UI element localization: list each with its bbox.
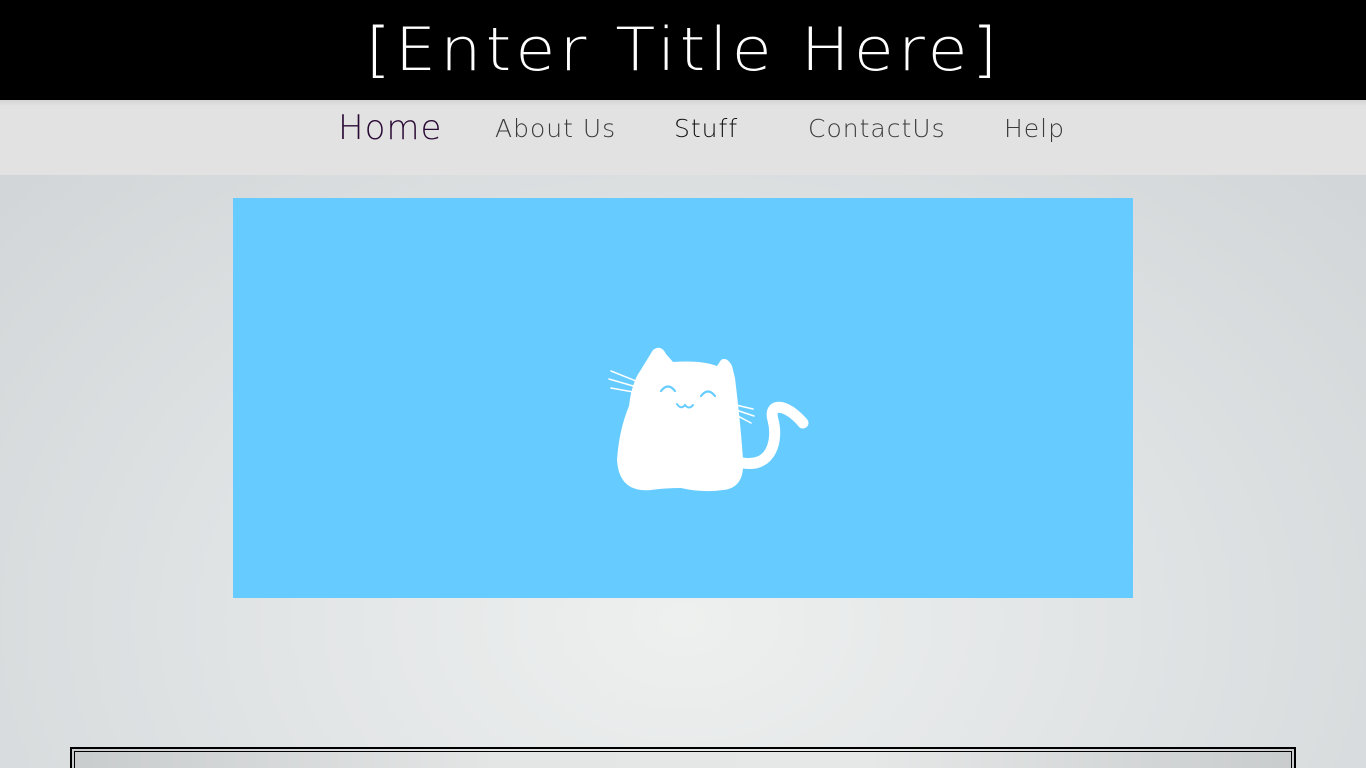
site-header: [Enter Title Here]	[0, 0, 1366, 100]
nav-item-contact-us[interactable]: ContactUs	[808, 114, 946, 143]
page-title: [Enter Title Here]	[364, 15, 1001, 85]
nav-item-stuff[interactable]: Stuff	[674, 114, 738, 143]
main-nav: Home About Us Stuff ContactUs Help	[0, 100, 1366, 175]
nav-item-home[interactable]: Home	[338, 108, 442, 148]
hero-banner	[233, 198, 1133, 598]
nav-item-help[interactable]: Help	[1004, 114, 1065, 143]
cat-illustration	[608, 347, 809, 492]
nav-item-about-us[interactable]: About Us	[495, 114, 616, 143]
content-panel	[70, 747, 1296, 768]
